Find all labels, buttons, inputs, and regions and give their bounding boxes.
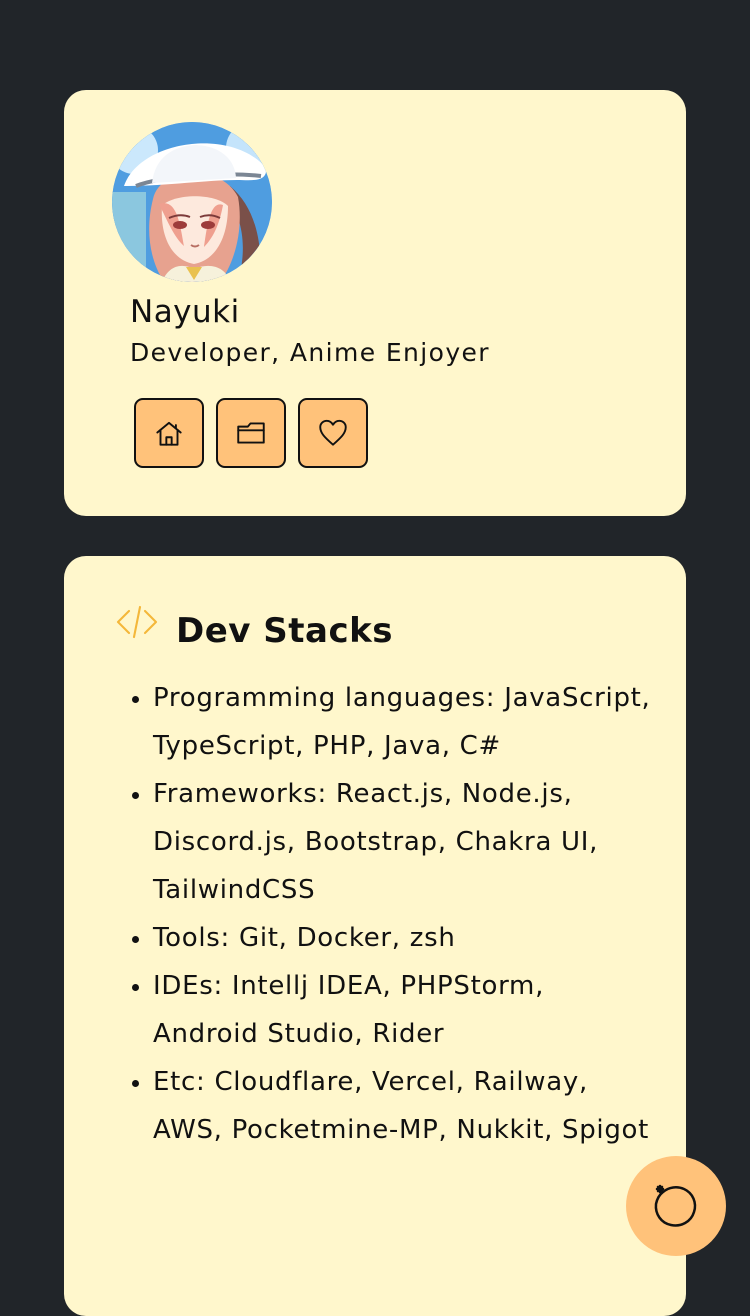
refresh-sparkle-icon (654, 1184, 697, 1227)
folder-icon (237, 422, 265, 444)
refresh-floating-button[interactable] (626, 1156, 726, 1256)
profile-name: Nayuki (130, 294, 240, 330)
dev-stack-item-etc: Etc: Cloudflare, Vercel, Railway, AWS, P… (153, 1058, 653, 1154)
heart-icon (319, 419, 347, 446)
heart-button[interactable] (298, 398, 368, 468)
dev-stack-item-frameworks: Frameworks: React.js, Node.js, Discord.j… (153, 770, 653, 914)
dev-stack-item-programming-languages: Programming languages: JavaScript, TypeS… (153, 674, 653, 770)
folder-button[interactable] (216, 398, 286, 468)
home-icon (156, 421, 182, 446)
anime-avatar-image (112, 122, 272, 282)
dev-stack-item-tools: Tools: Git, Docker, zsh (153, 914, 653, 962)
avatar (112, 122, 272, 282)
code-icon (114, 600, 160, 646)
profile-card: Nayuki Developer, Anime Enjoyer (64, 90, 686, 516)
dev-stacks-card: Dev Stacks Programming languages: JavaSc… (64, 556, 686, 1316)
dev-stacks-title: Dev Stacks (176, 611, 393, 651)
home-button[interactable] (134, 398, 204, 468)
dev-stacks-list: Programming languages: JavaScript, TypeS… (116, 674, 653, 1154)
profile-action-buttons (134, 398, 368, 468)
dev-stacks-header: Dev Stacks (114, 605, 393, 654)
dev-stack-item-ides: IDEs: Intellj IDEA, PHPStorm, Android St… (153, 962, 653, 1058)
profile-role: Developer, Anime Enjoyer (130, 338, 490, 367)
